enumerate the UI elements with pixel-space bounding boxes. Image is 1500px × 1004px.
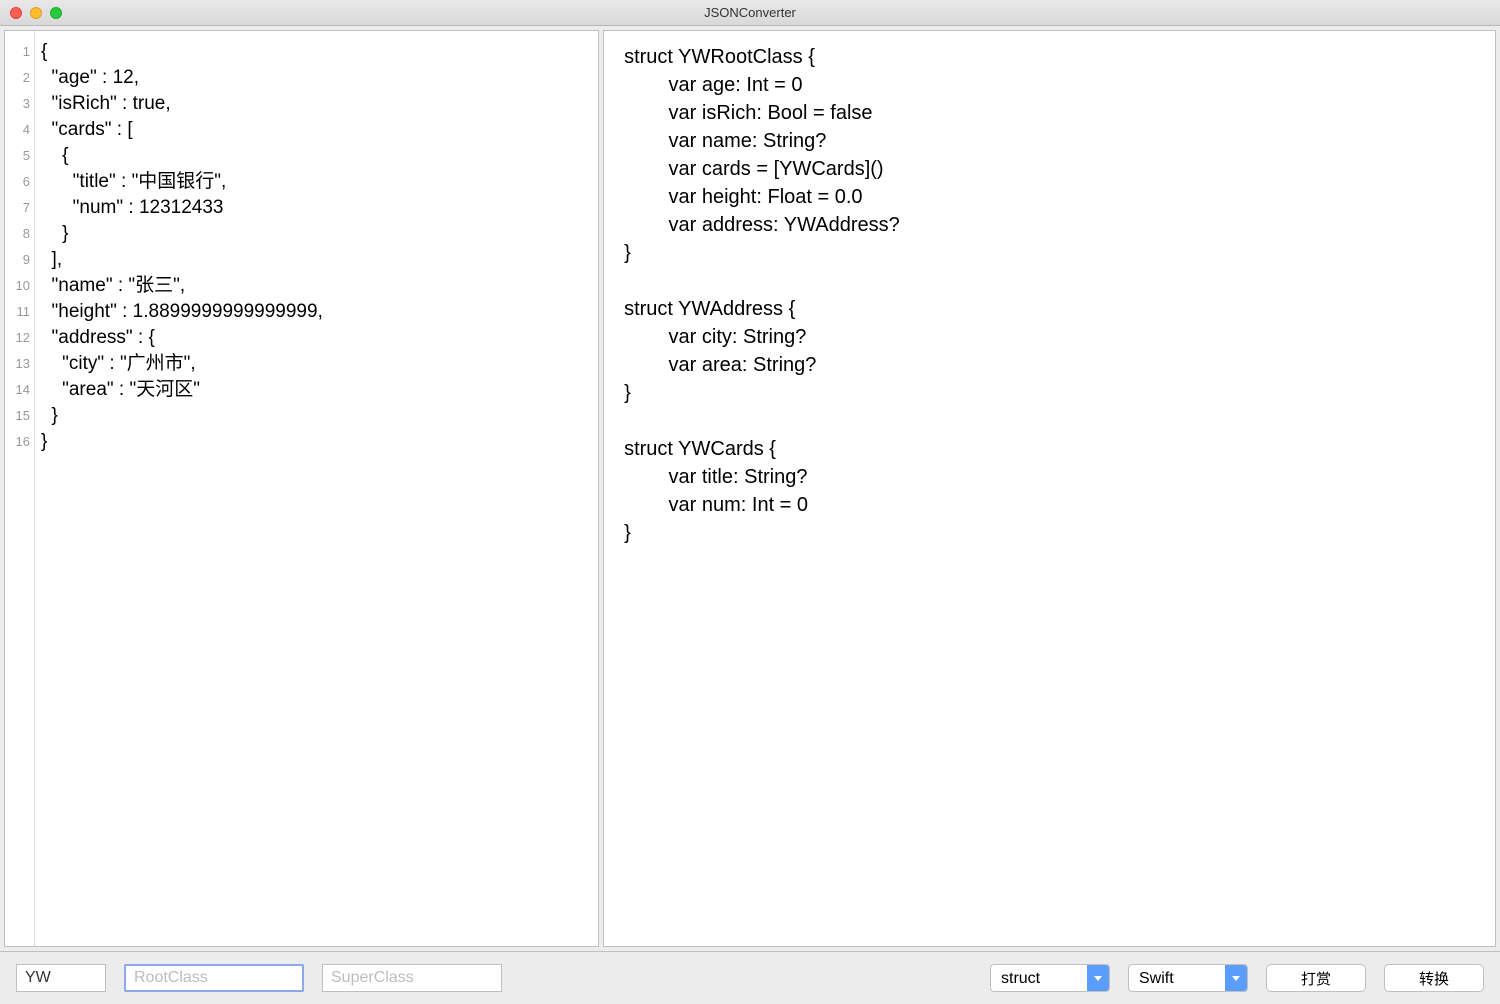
line-number: 7 <box>5 195 30 221</box>
line-number: 11 <box>5 299 30 325</box>
root-class-input[interactable] <box>124 964 304 992</box>
line-number: 3 <box>5 91 30 117</box>
language-select-wrap: Swift <box>1128 964 1248 992</box>
line-number: 6 <box>5 169 30 195</box>
titlebar: JSONConverter <box>0 0 1500 26</box>
donate-button[interactable]: 打赏 <box>1266 964 1366 992</box>
window-title: JSONConverter <box>704 5 796 20</box>
close-icon[interactable] <box>10 7 22 19</box>
line-number: 10 <box>5 273 30 299</box>
bottom-toolbar: struct Swift 打赏 转换 <box>0 952 1500 1004</box>
content-area: 12345678910111213141516 { "age" : 12, "i… <box>0 26 1500 952</box>
line-number: 2 <box>5 65 30 91</box>
minimize-icon[interactable] <box>30 7 42 19</box>
convert-button[interactable]: 转换 <box>1384 964 1484 992</box>
line-number: 13 <box>5 351 30 377</box>
json-input-pane: 12345678910111213141516 { "age" : 12, "i… <box>4 30 599 947</box>
line-number: 5 <box>5 143 30 169</box>
prefix-input[interactable] <box>16 964 106 992</box>
traffic-lights <box>0 7 62 19</box>
code-output-pane[interactable]: struct YWRootClass { var age: Int = 0 va… <box>603 30 1496 947</box>
line-number-gutter: 12345678910111213141516 <box>5 31 35 946</box>
line-number: 16 <box>5 429 30 455</box>
line-number: 14 <box>5 377 30 403</box>
super-class-input[interactable] <box>322 964 502 992</box>
line-number: 8 <box>5 221 30 247</box>
line-number: 4 <box>5 117 30 143</box>
app-window: JSONConverter 12345678910111213141516 { … <box>0 0 1500 1004</box>
maximize-icon[interactable] <box>50 7 62 19</box>
line-number: 15 <box>5 403 30 429</box>
type-select[interactable]: struct <box>990 964 1110 992</box>
language-select[interactable]: Swift <box>1128 964 1248 992</box>
line-number: 9 <box>5 247 30 273</box>
type-select-wrap: struct <box>990 964 1110 992</box>
line-number: 1 <box>5 39 30 65</box>
line-number: 12 <box>5 325 30 351</box>
json-input-editor[interactable]: { "age" : 12, "isRich" : true, "cards" :… <box>35 31 598 946</box>
